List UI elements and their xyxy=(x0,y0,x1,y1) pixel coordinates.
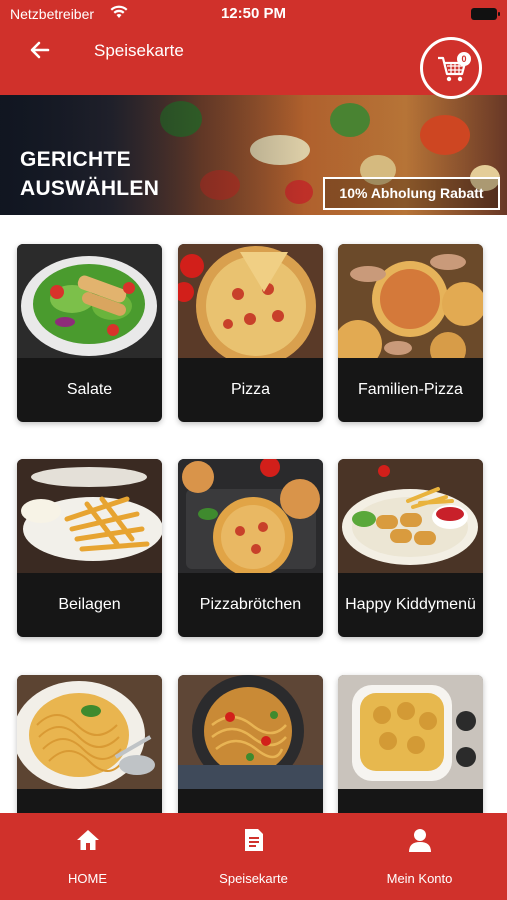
back-button[interactable] xyxy=(28,38,52,62)
category-image xyxy=(338,459,483,573)
cart-count-badge: 0 xyxy=(457,52,471,66)
category-label: Beilagen xyxy=(58,596,121,613)
category-card-salate[interactable]: Salate xyxy=(17,244,162,422)
hero-heading-line2: AUSWÄHLEN xyxy=(20,177,160,200)
category-card-pasta[interactable] xyxy=(17,675,162,813)
category-card-pizzabroetchen[interactable]: Pizzabrötchen xyxy=(178,459,323,637)
nav-label: Mein Konto xyxy=(386,871,453,886)
category-label: Happy Kiddymenü xyxy=(345,596,476,613)
category-image xyxy=(178,675,323,789)
category-grid: Salate Pizza Familien-Pizza Beilagen Piz… xyxy=(0,215,507,813)
category-card-beilagen[interactable]: Beilagen xyxy=(17,459,162,637)
page-title: Speisekarte xyxy=(94,41,184,60)
home-icon xyxy=(77,830,99,850)
category-label: Pizza xyxy=(230,381,271,398)
category-image xyxy=(178,459,323,573)
promo-badge: 10% Abholung Rabatt xyxy=(323,177,500,210)
cart-button[interactable]: 0 xyxy=(420,37,482,99)
menu-list-icon xyxy=(245,829,263,851)
category-image xyxy=(338,244,483,358)
category-card-kartoffelauflauf[interactable]: Kartoffelauflauf xyxy=(338,675,483,813)
category-image xyxy=(17,675,162,789)
account-icon xyxy=(409,829,431,852)
hero-heading-line1: GERICHTE xyxy=(20,148,131,171)
category-label: Pizzabrötchen xyxy=(199,596,302,613)
category-label: Familien-Pizza xyxy=(358,381,463,398)
category-card-happy-kiddymenue[interactable]: Happy Kiddymenü xyxy=(338,459,483,637)
category-image xyxy=(338,675,483,789)
nav-item-home[interactable]: HOME xyxy=(3,813,172,900)
arrow-left-icon xyxy=(30,41,50,59)
nav-label: Speisekarte xyxy=(219,871,288,886)
nav-item-speisekarte[interactable]: Speisekarte xyxy=(169,813,338,900)
battery-icon xyxy=(471,8,500,20)
bottom-navigation: HOME Speisekarte Mein Konto xyxy=(0,813,507,900)
category-image xyxy=(17,244,162,358)
category-image xyxy=(17,459,162,573)
category-label: Salate xyxy=(66,381,113,398)
category-label xyxy=(178,789,323,813)
category-label: Kartoffelauflauf xyxy=(338,789,483,813)
hero-heading: GERICHTE AUSWÄHLEN xyxy=(20,145,159,203)
category-card-familien-pizza[interactable]: Familien-Pizza xyxy=(338,244,483,422)
clock: 12:50 PM xyxy=(220,5,287,22)
category-label xyxy=(17,789,162,813)
nav-item-mein-konto[interactable]: Mein Konto xyxy=(335,813,504,900)
category-card-pizza[interactable]: Pizza xyxy=(178,244,323,422)
status-bar: Netzbetreiber 12:50 PM xyxy=(0,0,507,28)
nav-label: HOME xyxy=(68,871,107,886)
category-card-wok[interactable] xyxy=(178,675,323,813)
category-image xyxy=(178,244,323,358)
